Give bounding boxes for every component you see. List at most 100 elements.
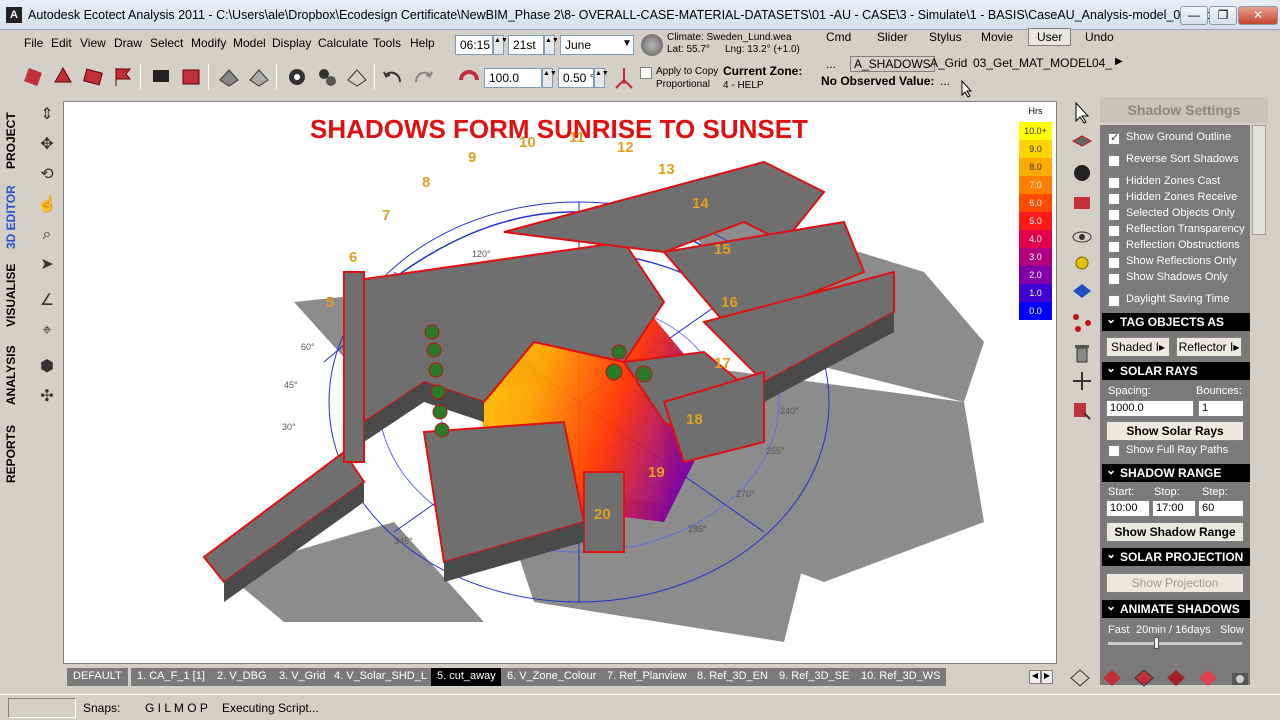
orbit-icon[interactable]: ⟲: [35, 163, 59, 187]
magnet-icon[interactable]: [457, 66, 481, 90]
show-full-ray-checkbox[interactable]: [1108, 445, 1120, 457]
apply-copy-checkbox[interactable]: [640, 67, 652, 79]
nodes-icon[interactable]: [1070, 311, 1094, 335]
reflector-button[interactable]: Reflector I▸: [1176, 337, 1242, 357]
render4-icon[interactable]: [1196, 666, 1220, 690]
start-field[interactable]: 10:00: [1106, 500, 1150, 517]
value1-field[interactable]: 100.0: [484, 68, 542, 88]
solar-projection-header[interactable]: SOLAR PROJECTION: [1102, 545, 1250, 566]
solar-panel-icon[interactable]: [1070, 279, 1094, 303]
tab-visualise[interactable]: VISUALISE: [4, 259, 26, 331]
view-tab-8[interactable]: 8. Ref_3D_EN: [691, 668, 775, 686]
pointer-icon[interactable]: [1070, 101, 1094, 125]
sun-icon[interactable]: [1070, 251, 1094, 275]
menu-view[interactable]: View: [80, 36, 106, 50]
screen-icon[interactable]: [148, 64, 174, 90]
option-checkbox[interactable]: [1108, 209, 1120, 221]
option-checkbox[interactable]: [1108, 241, 1120, 253]
pan-icon[interactable]: ✥: [35, 133, 59, 157]
show-projection-button[interactable]: Show Projection: [1106, 573, 1244, 593]
shadow-range-header[interactable]: SHADOW RANGE: [1102, 461, 1250, 482]
layers-icon[interactable]: [1070, 131, 1094, 155]
cmd-a-shadows[interactable]: A_SHADOWS: [850, 56, 935, 72]
cmd-a-grid[interactable]: A_Grid: [930, 56, 967, 70]
undo-icon[interactable]: [380, 64, 406, 90]
axis-icon[interactable]: [612, 66, 636, 90]
time-field[interactable]: 06:15: [455, 35, 493, 55]
menu-file[interactable]: File: [24, 36, 43, 50]
zoom-icon[interactable]: ⌕: [35, 223, 59, 247]
cmd-get-mat-model[interactable]: 03_Get_MAT_MODEL: [973, 56, 1093, 70]
target-icon[interactable]: ⌖: [35, 319, 59, 343]
view-tab-10[interactable]: 10. Ref_3D_WS: [855, 668, 948, 686]
display-mode-icon[interactable]: [216, 64, 242, 90]
cmd-04[interactable]: 04_: [1092, 56, 1112, 70]
menu-draw[interactable]: Draw: [114, 36, 142, 50]
view-tab-3[interactable]: 3. V_Grid: [273, 668, 333, 686]
tab-slider[interactable]: Slider: [877, 30, 908, 44]
view-tab-1[interactable]: 1. CA_F_1 [1]: [131, 668, 212, 686]
hand-icon[interactable]: ☝: [35, 193, 59, 217]
option-checkbox[interactable]: [1108, 155, 1120, 167]
gear-icon[interactable]: [284, 64, 310, 90]
export-icon[interactable]: [1070, 399, 1094, 423]
stop-field[interactable]: 17:00: [1152, 500, 1196, 517]
tab-3d-editor[interactable]: 3D EDITOR: [4, 179, 26, 255]
open-file-icon[interactable]: [50, 64, 76, 90]
step-field[interactable]: 60: [1198, 500, 1244, 517]
display-mode2-icon[interactable]: [246, 64, 272, 90]
angle-icon[interactable]: ∠: [35, 289, 59, 313]
render3-icon[interactable]: [1164, 666, 1188, 690]
option-checkbox[interactable]: [1108, 225, 1120, 237]
view-tab-2[interactable]: 2. V_DBG: [211, 668, 274, 686]
menu-model[interactable]: Model: [233, 36, 266, 50]
menu-help[interactable]: Help: [410, 36, 435, 50]
tab-user[interactable]: User: [1028, 28, 1072, 46]
wireframe-icon[interactable]: [1068, 666, 1092, 690]
panel-scrollbar[interactable]: [1252, 125, 1266, 235]
menu-select[interactable]: Select: [150, 36, 183, 50]
tab-analysis[interactable]: ANALYSIS: [4, 337, 26, 413]
redo-icon[interactable]: [410, 64, 436, 90]
value2-field[interactable]: 0.50 °: [558, 68, 594, 88]
move-vertical-icon[interactable]: ⇕: [35, 103, 59, 127]
render-icon[interactable]: [1100, 666, 1124, 690]
view-tab-9[interactable]: 9. Ref_3D_SE: [773, 668, 857, 686]
move-all-icon[interactable]: ✣: [35, 385, 59, 409]
globe-icon[interactable]: [641, 34, 663, 56]
camera-icon[interactable]: [1228, 666, 1252, 690]
show-shadow-range-button[interactable]: Show Shadow Range: [1106, 522, 1244, 542]
view-tab-5[interactable]: 5. cut_away: [431, 668, 503, 686]
option-checkbox[interactable]: [1108, 193, 1120, 205]
menu-modify[interactable]: Modify: [191, 36, 226, 50]
cube-icon[interactable]: ⬢: [35, 355, 59, 379]
menu-edit[interactable]: Edit: [51, 36, 72, 50]
object-icon[interactable]: [1070, 161, 1094, 185]
tab-movie[interactable]: Movie: [981, 30, 1013, 44]
flag-icon[interactable]: [110, 64, 136, 90]
close-button[interactable]: ✕: [1238, 6, 1278, 25]
animate-shadows-header[interactable]: ANIMATE SHADOWS: [1102, 597, 1250, 618]
minimize-button[interactable]: —: [1180, 6, 1208, 25]
time-spinner[interactable]: ▲▼: [493, 35, 508, 55]
grid-icon[interactable]: [344, 64, 370, 90]
walk-icon[interactable]: ➤: [35, 253, 59, 277]
view-tab-4[interactable]: 4. V_Solar_SHD_L: [328, 668, 434, 686]
view-tab-6[interactable]: 6. V_Zone_Colour: [501, 668, 604, 686]
tab-undo[interactable]: Undo: [1085, 30, 1114, 44]
option-checkbox[interactable]: [1108, 257, 1120, 269]
tag-objects-header[interactable]: TAG OBJECTS AS: [1102, 310, 1250, 331]
tab-stylus[interactable]: Stylus: [929, 30, 962, 44]
solar-rays-header[interactable]: SOLAR RAYS: [1102, 359, 1250, 380]
new-file-icon[interactable]: [20, 64, 46, 90]
zone-icon[interactable]: [178, 64, 204, 90]
3d-viewport[interactable]: SHADOWS FORM SUNRISE TO SUNSET 5 6 7 8 9…: [63, 101, 1057, 664]
show-solar-rays-button[interactable]: Show Solar Rays: [1106, 421, 1244, 441]
menu-display[interactable]: Display: [272, 36, 311, 50]
view-tab-7[interactable]: 7. Ref_Planview: [601, 668, 694, 686]
animation-slider-thumb[interactable]: [1154, 637, 1159, 649]
view-tab-default[interactable]: DEFAULT: [67, 668, 129, 686]
tab-reports[interactable]: REPORTS: [4, 419, 26, 489]
tab-project[interactable]: PROJECT: [4, 105, 26, 177]
bounces-field[interactable]: 1: [1198, 400, 1244, 417]
